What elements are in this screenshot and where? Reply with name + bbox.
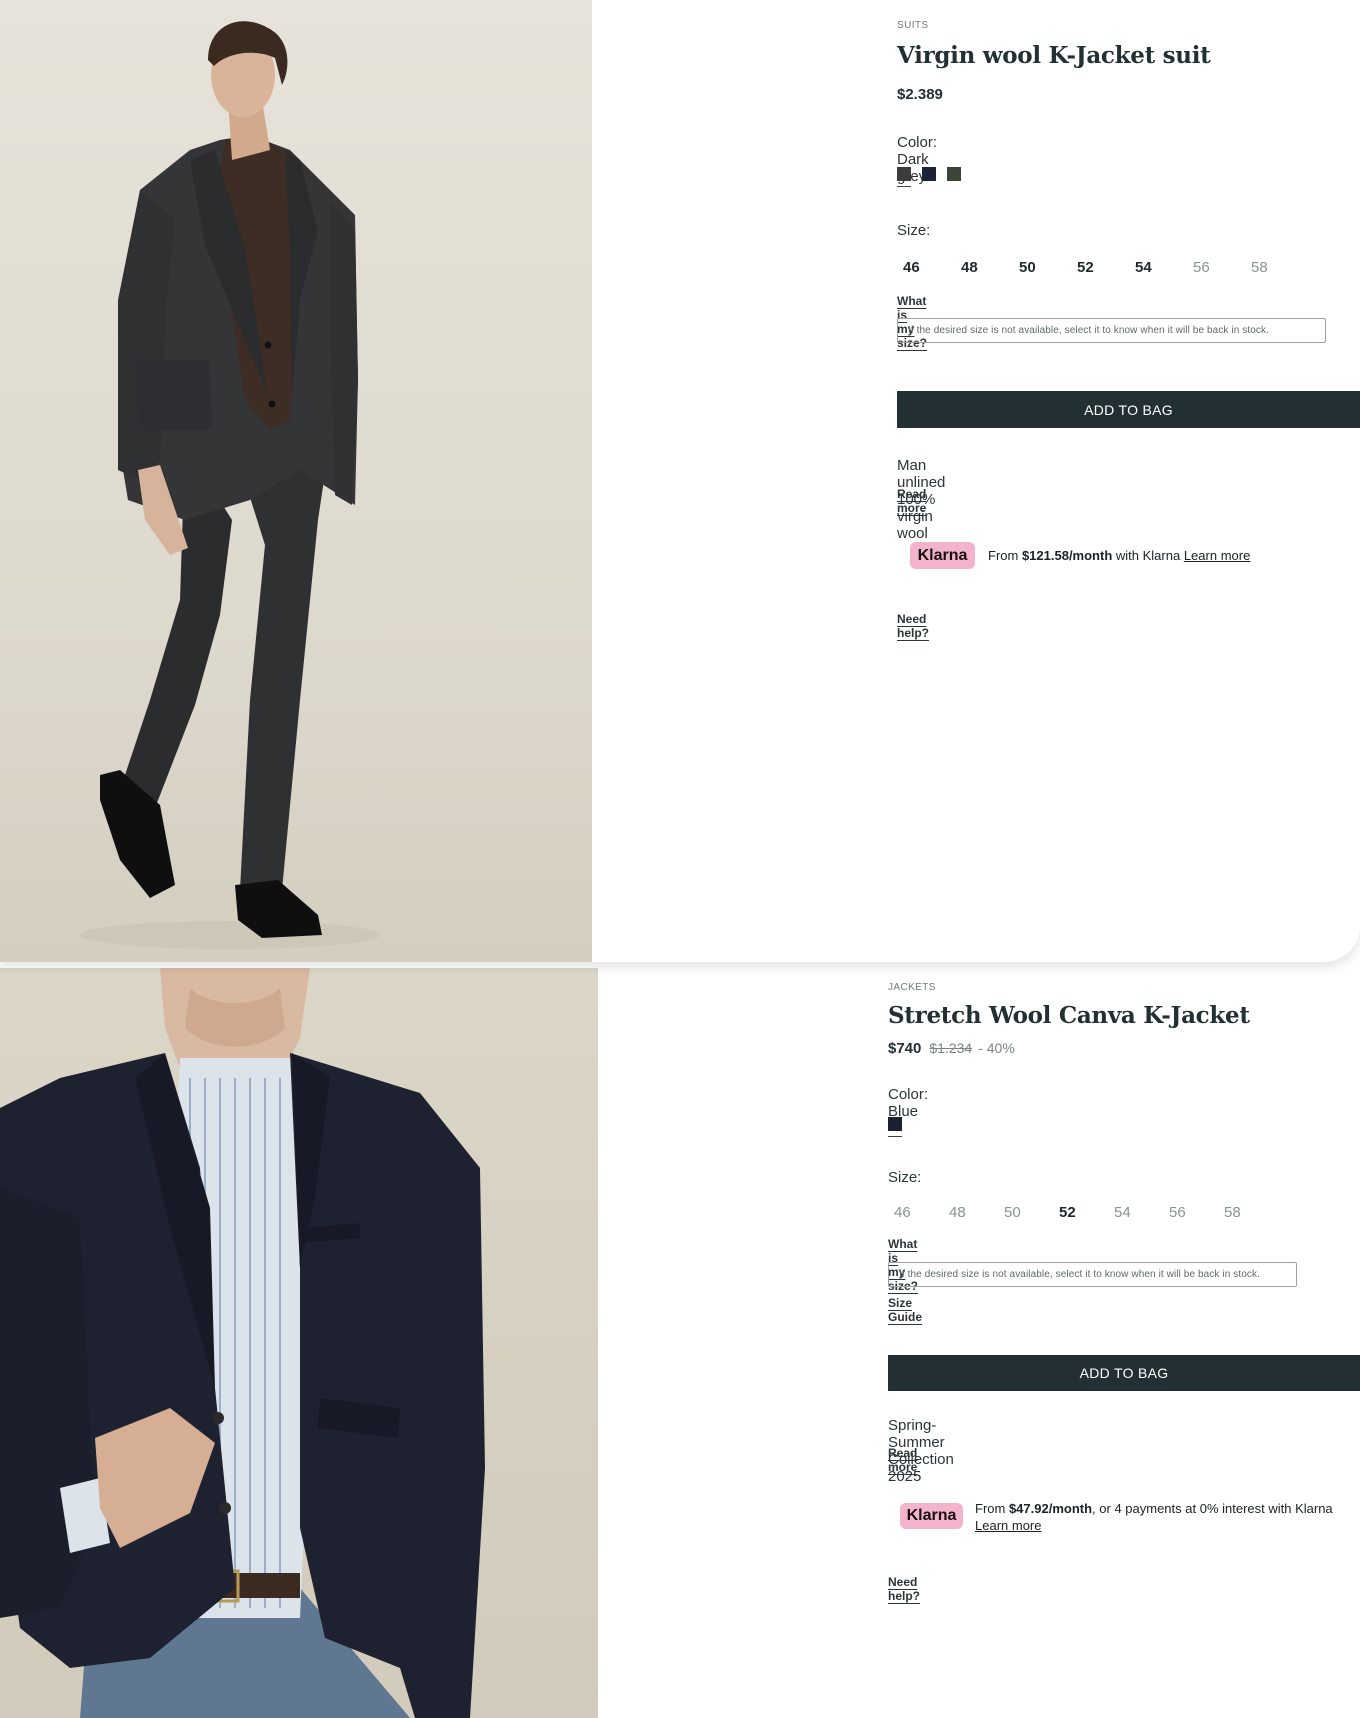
product-category: SUITS (897, 20, 929, 31)
klarna-amount: $47.92/month (1008, 1501, 1093, 1516)
product-panel-jacket: JACKETS Stretch Wool Canva K-Jacket $740… (0, 968, 1360, 1718)
size-option-50[interactable]: 50 (1013, 259, 1071, 276)
need-help-link[interactable]: Need help? (897, 612, 929, 640)
need-help-link[interactable]: Need help? (888, 1575, 920, 1603)
klarna-financing: Klarna From $47.92/month, or 4 payments … (900, 1500, 1360, 1534)
size-option-58[interactable]: 58 (1245, 259, 1303, 276)
size-option-48[interactable]: 48 (943, 1204, 998, 1221)
color-swatches (897, 167, 961, 187)
product-price: $2.389 (897, 86, 943, 103)
size-option-52[interactable]: 52 (1071, 259, 1129, 276)
color-swatches (888, 1117, 902, 1137)
discount-badge: - 40% (978, 1040, 1015, 1056)
product-image-suit[interactable] (0, 0, 592, 962)
out-of-stock-notice: If the desired size is not available, se… (888, 1262, 1297, 1287)
size-option-46[interactable]: 46 (897, 259, 955, 276)
size-option-54[interactable]: 54 (1129, 259, 1187, 276)
klarna-logo: Klarna (900, 1503, 963, 1529)
klarna-prefix: From (975, 1501, 1009, 1516)
product-title: Stretch Wool Canva K-Jacket (888, 1002, 1250, 1029)
size-label: Size: (897, 222, 931, 239)
out-of-stock-notice: If the desired size is not available, se… (897, 318, 1326, 343)
size-option-56[interactable]: 56 (1163, 1204, 1218, 1221)
klarna-suffix: , or 4 payments at 0% interest with Klar… (1092, 1501, 1333, 1516)
klarna-suffix: with Klarna (1112, 548, 1184, 563)
klarna-prefix: From (988, 548, 1022, 563)
color-swatch-green[interactable] (947, 167, 961, 181)
klarna-amount: $121.58/month (1021, 548, 1113, 563)
product-panel-suit: SUITS Virgin wool K-Jacket suit $2.389 C… (0, 0, 1360, 962)
price-row: $740 $1.234 - 40% (888, 1040, 1015, 1058)
color-swatch-blue[interactable] (888, 1117, 902, 1137)
size-selector: 46 48 50 52 54 56 58 (888, 1204, 1273, 1221)
size-option-48[interactable]: 48 (955, 259, 1013, 276)
read-more-link[interactable]: Read more (888, 1446, 917, 1474)
klarna-financing: Klarna From $121.58/month with Klarna Le… (910, 542, 1330, 569)
size-option-50[interactable]: 50 (998, 1204, 1053, 1221)
size-selector: 46 48 50 52 54 56 58 (897, 259, 1303, 276)
size-option-58[interactable]: 58 (1218, 1204, 1273, 1221)
color-swatch-navy[interactable] (922, 167, 936, 181)
size-option-52[interactable]: 52 (1053, 1204, 1108, 1221)
size-option-56[interactable]: 56 (1187, 259, 1245, 276)
add-to-bag-button[interactable]: ADD TO BAG (897, 391, 1360, 428)
klarna-text: From $47.92/month, or 4 payments at 0% i… (975, 1500, 1345, 1534)
klarna-logo: Klarna (910, 542, 975, 569)
model-in-suit-image (80, 21, 380, 949)
read-more-link[interactable]: Read more (897, 487, 926, 515)
product-image-jacket[interactable] (0, 968, 598, 1718)
klarna-text: From $121.58/month with Klarna Learn mor… (988, 548, 1250, 563)
color-label: Color: Blue (888, 1086, 929, 1120)
size-label: Size: (888, 1169, 922, 1186)
model-in-jacket-image (0, 968, 485, 1718)
size-guide-link[interactable]: Size Guide (888, 1296, 922, 1324)
product-title: Virgin wool K-Jacket suit (897, 42, 1211, 69)
klarna-learn-more-link[interactable]: Learn more (1184, 548, 1250, 563)
size-option-46[interactable]: 46 (888, 1204, 943, 1221)
size-option-54[interactable]: 54 (1108, 1204, 1163, 1221)
product-price: $740 (888, 1040, 922, 1057)
add-to-bag-button[interactable]: ADD TO BAG (888, 1355, 1360, 1391)
product-category: JACKETS (888, 982, 936, 993)
klarna-learn-more-link[interactable]: Learn more (975, 1518, 1041, 1533)
color-swatch-dark-grey[interactable] (897, 167, 911, 187)
original-price: $1.234 (929, 1040, 973, 1056)
